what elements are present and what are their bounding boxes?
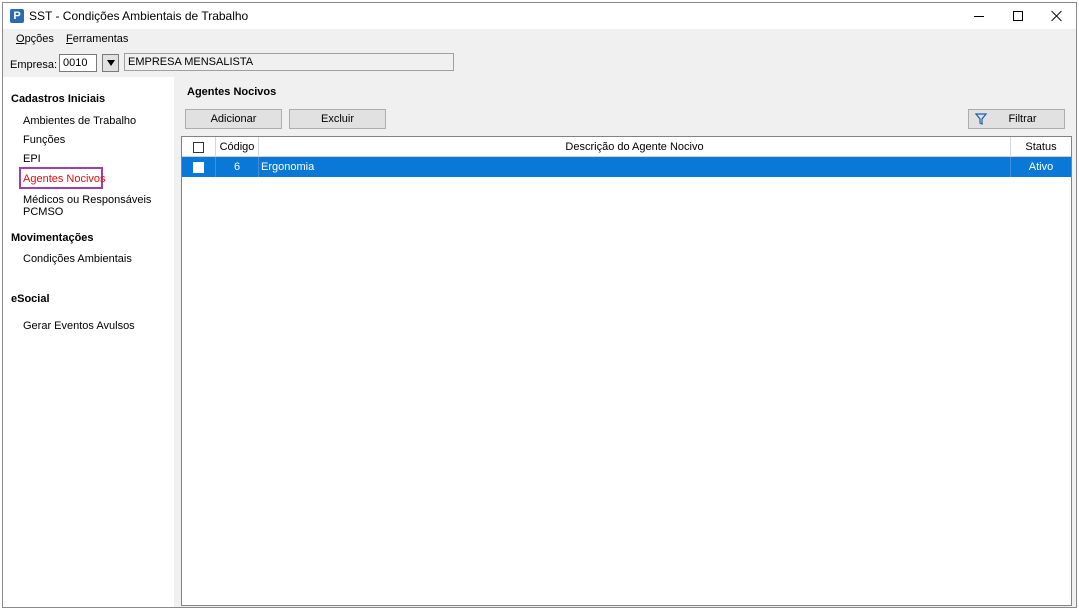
data-grid: Código Descrição do Agente Nocivo Status…: [181, 136, 1072, 606]
grid-header: Código Descrição do Agente Nocivo Status: [182, 137, 1071, 157]
cell-codigo: 6: [216, 157, 259, 177]
empresa-code-input[interactable]: 0010: [59, 54, 97, 72]
table-row[interactable]: 6 Ergonomia Ativo: [182, 157, 1071, 177]
minimize-icon: [974, 15, 984, 17]
delete-button[interactable]: Excluir: [289, 109, 386, 129]
menu-opcoes[interactable]: Opções: [16, 33, 54, 45]
menu-bar: Opções Ferramentas: [3, 29, 1076, 49]
filter-button[interactable]: Filtrar: [968, 109, 1065, 129]
chevron-down-icon: [106, 60, 115, 66]
sidebar: Cadastros Iniciais Ambientes de Trabalho…: [3, 77, 174, 607]
empresa-row: Empresa: 0010 EMPRESA MENSALISTA: [3, 49, 1076, 77]
sidebar-item-epi[interactable]: EPI: [23, 153, 41, 165]
sidebar-item-agentes-nocivos[interactable]: Agentes Nocivos: [23, 173, 106, 185]
minimize-button[interactable]: [960, 3, 998, 29]
section-esocial: eSocial: [11, 293, 50, 305]
row-checkbox-cell: [182, 157, 216, 177]
cell-descricao: Ergonomia: [259, 157, 1011, 177]
empresa-label: Empresa:: [10, 59, 58, 71]
row-checkbox[interactable]: [193, 161, 204, 173]
column-header-descricao[interactable]: Descrição do Agente Nocivo: [259, 137, 1011, 157]
sidebar-item-funcoes[interactable]: Funções: [23, 134, 65, 146]
title-bar: P SST - Condições Ambientais de Trabalho: [3, 3, 1076, 29]
select-all-checkbox-cell: [182, 137, 216, 157]
select-all-checkbox[interactable]: [193, 141, 204, 153]
maximize-icon: [1013, 11, 1023, 21]
window-title: SST - Condições Ambientais de Trabalho: [29, 9, 249, 23]
sidebar-item-gerar-eventos-avulsos[interactable]: Gerar Eventos Avulsos: [23, 320, 135, 332]
filter-icon: [975, 113, 987, 125]
filter-button-label: Filtrar: [1008, 113, 1037, 125]
close-icon: [1051, 10, 1063, 22]
add-button[interactable]: Adicionar: [185, 109, 282, 129]
app-window: P SST - Condições Ambientais de Trabalho…: [2, 2, 1077, 608]
page-title: Agentes Nocivos: [187, 86, 277, 98]
column-header-status[interactable]: Status: [1011, 137, 1071, 157]
empresa-dropdown-button[interactable]: [102, 54, 119, 72]
sidebar-item-medicos-pcmso[interactable]: Médicos ou Responsáveis PCMSO: [23, 194, 174, 218]
sidebar-item-ambientes-de-trabalho[interactable]: Ambientes de Trabalho: [23, 115, 136, 127]
main-panel: Agentes Nocivos Adicionar Excluir Filtra…: [174, 77, 1076, 607]
cell-status: Ativo: [1028, 161, 1054, 173]
close-button[interactable]: [1038, 3, 1076, 29]
sidebar-item-condicoes-ambientais[interactable]: Condições Ambientais: [23, 253, 132, 265]
column-header-codigo[interactable]: Código: [216, 137, 259, 157]
section-movimentacoes: Movimentações: [11, 232, 94, 244]
menu-ferramentas[interactable]: Ferramentas: [66, 33, 128, 45]
empresa-name-field: EMPRESA MENSALISTA: [124, 53, 454, 71]
maximize-button[interactable]: [999, 3, 1037, 29]
section-cadastros-iniciais: Cadastros Iniciais: [11, 93, 106, 105]
app-icon: P: [10, 9, 24, 23]
